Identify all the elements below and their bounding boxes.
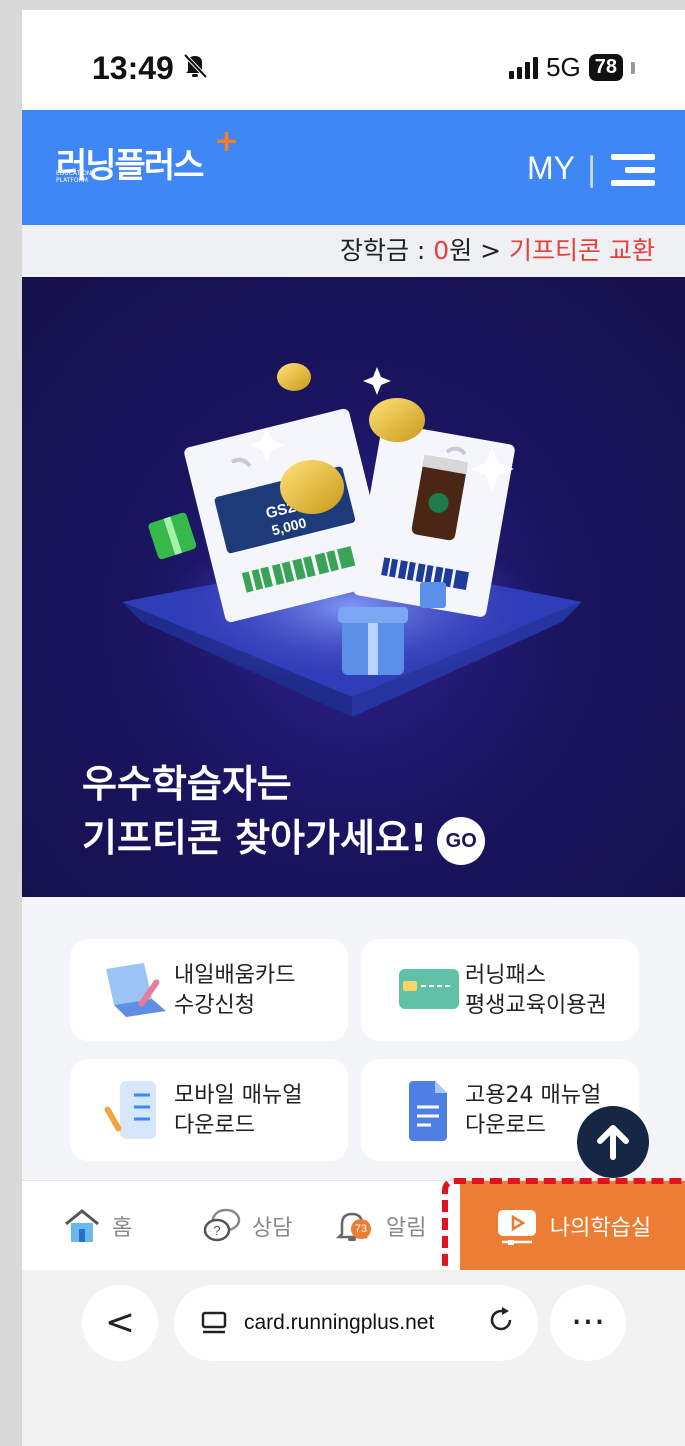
card-line1: 모바일 매뉴얼 — [174, 1083, 303, 1108]
card-mobile-manual[interactable]: 모바일 매뉴얼 다운로드 — [70, 1059, 348, 1161]
card-label: 내일배움카드 수강신청 — [174, 961, 295, 1021]
more-icon: ··· — [570, 1302, 606, 1343]
promo-banner[interactable]: GS25 5,000 우수학습자는 기프티콘 찾아가세요! GO — [22, 277, 685, 897]
browser-toolbar: < card.runningplus.net ··· — [22, 1270, 685, 1446]
home-icon — [65, 1209, 99, 1242]
logo-subtitle: EDUCATION PLATFORM — [56, 170, 92, 184]
gifticon-exchange-link[interactable]: 기프티콘 교환 — [509, 236, 655, 265]
svg-text:?: ? — [213, 1223, 220, 1238]
card-tomorrow-learning-card[interactable]: 내일배움카드 수강신청 — [70, 939, 348, 1041]
tab-alarm-label: 알림 — [386, 1216, 427, 1241]
tab-home[interactable]: 홈 — [62, 1181, 132, 1271]
tab-consult[interactable]: ? 상담 — [202, 1181, 292, 1271]
tab-consult-label: 상담 — [252, 1216, 293, 1241]
status-bar: 13:49 5G 78 — [22, 10, 685, 110]
back-icon: < — [104, 1302, 136, 1343]
more-button[interactable]: ··· — [550, 1285, 626, 1361]
site-logo[interactable]: 러닝플러스 + EDUCATION PLATFORM — [56, 124, 239, 187]
scroll-to-top-button[interactable] — [577, 1106, 649, 1178]
banner-title: 우수학습자는 기프티콘 찾아가세요! GO — [82, 757, 486, 865]
scholarship-amount: 0 — [433, 236, 450, 265]
card-line1: 고용24 매뉴얼 — [465, 1083, 602, 1108]
banner-line1: 우수학습자는 — [82, 762, 292, 806]
status-right: 5G 78 — [509, 52, 635, 83]
page-icon — [201, 1311, 227, 1334]
hamburger-menu-icon[interactable] — [611, 154, 655, 186]
back-button[interactable]: < — [82, 1285, 158, 1361]
laptop-pen-icon — [106, 963, 166, 1017]
chat-bubble-icon: ? — [203, 1208, 241, 1242]
header-separator: | — [586, 150, 597, 188]
card-line2: 다운로드 — [174, 1113, 255, 1138]
reload-icon[interactable] — [486, 1305, 516, 1335]
my-button[interactable]: MY — [527, 150, 575, 187]
alarm-icon-wrap: 73 — [332, 1206, 376, 1246]
checklist-phone-icon — [104, 1081, 156, 1139]
card-line1: 러닝패스 — [465, 963, 546, 988]
tab-alarm[interactable]: 73 알림 — [332, 1181, 426, 1271]
scholarship-unit: 원 > — [449, 236, 510, 265]
muted-bell-icon — [180, 50, 210, 87]
status-time: 13:49 — [92, 50, 174, 86]
logo-plus: + — [214, 124, 240, 159]
document-icon — [409, 1081, 447, 1141]
banner-line2-wrap: 기프티콘 찾아가세요! GO — [82, 811, 486, 865]
battery-tip-icon — [631, 61, 635, 74]
phone-screen: 13:49 5G 78 러닝플러스 + EDUCATION PLATFORM M… — [22, 10, 685, 1446]
arrow-up-icon — [597, 1125, 629, 1160]
card-line2: 수강신청 — [174, 993, 255, 1018]
url-text: card.runningplus.net — [244, 1311, 435, 1334]
site-header: 러닝플러스 + EDUCATION PLATFORM MY | — [22, 110, 685, 225]
card-line2: 평생교육이용권 — [465, 993, 607, 1018]
card-learning-pass[interactable]: 러닝패스 평생교육이용권 — [361, 939, 639, 1041]
credit-card-icon — [399, 969, 459, 1009]
card-label: 모바일 매뉴얼 다운로드 — [174, 1081, 302, 1141]
scholarship-prefix: 장학금 : — [339, 236, 434, 265]
scholarship-bar: 장학금 : 0원 > 기프티콘 교환 — [22, 225, 685, 277]
tab-home-label: 홈 — [112, 1216, 133, 1241]
card-label: 러닝패스 평생교육이용권 — [465, 961, 607, 1021]
go-button[interactable]: GO — [437, 816, 486, 865]
banner-line2: 기프티콘 찾아가세요! — [82, 816, 428, 860]
battery-level: 78 — [588, 54, 623, 81]
banner-illustration: GS25 5,000 — [122, 363, 582, 717]
signal-icon — [509, 56, 539, 79]
network-type: 5G — [546, 52, 581, 82]
address-bar[interactable]: card.runningplus.net — [174, 1285, 538, 1361]
alarm-count-badge: 73 — [351, 1219, 371, 1239]
card-line1: 내일배움카드 — [174, 963, 296, 988]
